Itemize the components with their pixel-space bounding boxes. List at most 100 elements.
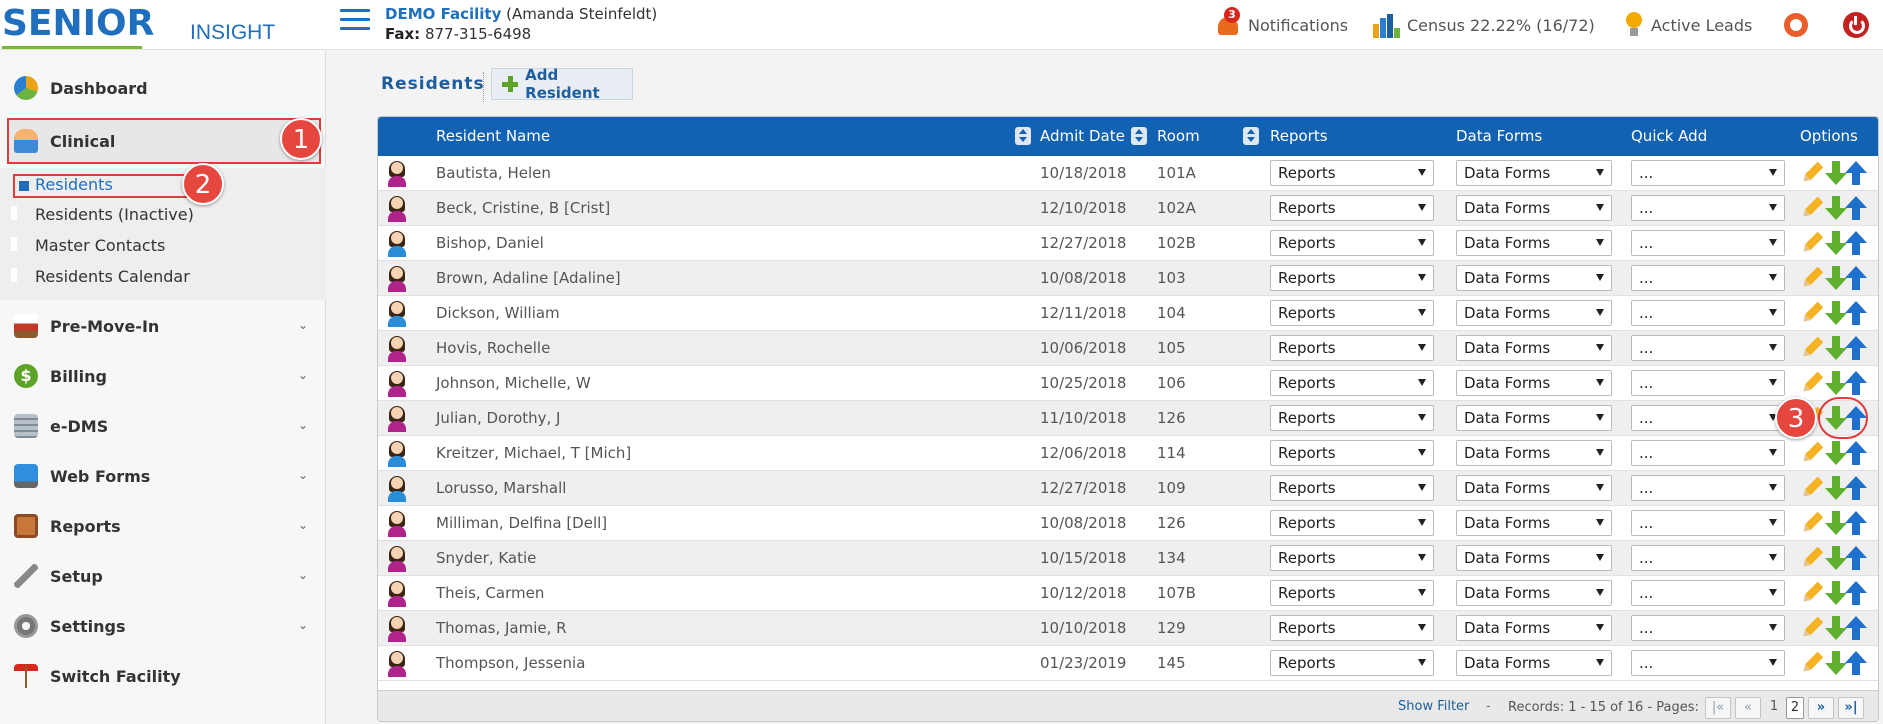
- quick-add-dropdown[interactable]: ...: [1631, 300, 1785, 326]
- reports-dropdown[interactable]: Reports: [1270, 440, 1434, 466]
- sort-icon[interactable]: [1015, 127, 1031, 145]
- resident-name[interactable]: Thompson, Jessenia: [436, 654, 585, 672]
- data-forms-dropdown[interactable]: Data Forms: [1456, 580, 1612, 606]
- submenu-residents-calendar[interactable]: Residents Calendar: [35, 266, 190, 288]
- reports-dropdown[interactable]: Reports: [1270, 405, 1434, 431]
- sidebar-item-edms[interactable]: e-DMS ⌄: [0, 404, 326, 448]
- upload-arrow-icon[interactable]: [1844, 511, 1868, 535]
- table-row[interactable]: Thomas, Jamie, R 10/10/2018 129 Reports Data…: [378, 611, 1878, 646]
- next-page-button[interactable]: »: [1808, 697, 1834, 719]
- upload-arrow-icon[interactable]: [1844, 301, 1868, 325]
- upload-arrow-icon[interactable]: [1844, 231, 1868, 255]
- upload-arrow-icon[interactable]: [1844, 441, 1868, 465]
- reports-dropdown[interactable]: Reports: [1270, 510, 1434, 536]
- active-leads-button[interactable]: Active Leads: [1625, 10, 1752, 40]
- sidebar-item-clinical[interactable]: Clinical: [0, 119, 326, 163]
- notifications-button[interactable]: 3 Notifications: [1216, 7, 1348, 40]
- resident-name[interactable]: Snyder, Katie: [436, 549, 536, 567]
- upload-arrow-icon[interactable]: [1844, 196, 1868, 220]
- data-forms-dropdown[interactable]: Data Forms: [1456, 615, 1612, 641]
- resident-name[interactable]: Lorusso, Marshall: [436, 479, 566, 497]
- data-forms-dropdown[interactable]: Data Forms: [1456, 265, 1612, 291]
- resident-name[interactable]: Milliman, Delfina [Dell]: [436, 514, 607, 532]
- census-button[interactable]: Census 22.22% (16/72): [1373, 10, 1595, 40]
- quick-add-dropdown[interactable]: ...: [1631, 335, 1785, 361]
- reports-dropdown[interactable]: Reports: [1270, 335, 1434, 361]
- resident-name[interactable]: Johnson, Michelle, W: [436, 374, 591, 392]
- upload-arrow-icon[interactable]: [1844, 546, 1868, 570]
- quick-add-dropdown[interactable]: ...: [1631, 195, 1785, 221]
- data-forms-dropdown[interactable]: Data Forms: [1456, 405, 1612, 431]
- resident-name[interactable]: Thomas, Jamie, R: [436, 619, 567, 637]
- quick-add-dropdown[interactable]: ...: [1631, 650, 1785, 676]
- quick-add-dropdown[interactable]: ...: [1631, 160, 1785, 186]
- logout-button[interactable]: [1843, 10, 1869, 40]
- reports-dropdown[interactable]: Reports: [1270, 475, 1434, 501]
- quick-add-dropdown[interactable]: ...: [1631, 440, 1785, 466]
- upload-arrow-icon[interactable]: [1844, 161, 1868, 185]
- table-row[interactable]: Milliman, Delfina [Dell] 10/08/2018 126 Rep…: [378, 506, 1878, 541]
- quick-add-dropdown[interactable]: ...: [1631, 545, 1785, 571]
- resident-name[interactable]: Dickson, William: [436, 304, 560, 322]
- sidebar-item-billing[interactable]: $ Billing ⌄: [0, 354, 326, 398]
- data-forms-dropdown[interactable]: Data Forms: [1456, 370, 1612, 396]
- table-row[interactable]: Bishop, Daniel 12/27/2018 102B Reports Data …: [378, 226, 1878, 261]
- resident-name[interactable]: Beck, Cristine, B [Crist]: [436, 199, 610, 217]
- sidebar-item-web-forms[interactable]: Web Forms ⌄: [0, 454, 326, 498]
- upload-arrow-icon[interactable]: [1844, 616, 1868, 640]
- col-header-room[interactable]: Room: [1157, 127, 1200, 145]
- table-row[interactable]: Beck, Cristine, B [Crist] 12/10/2018 102A R…: [378, 191, 1878, 226]
- quick-add-dropdown[interactable]: ...: [1631, 265, 1785, 291]
- sort-icon[interactable]: [1131, 127, 1147, 145]
- reports-dropdown[interactable]: Reports: [1270, 615, 1434, 641]
- table-row[interactable]: Hovis, Rochelle 10/06/2018 105 Reports Data …: [378, 331, 1878, 366]
- table-row[interactable]: Theis, Carmen 10/12/2018 107B Reports Data F…: [378, 576, 1878, 611]
- table-row[interactable]: Thompson, Jessenia 01/23/2019 145 Reports Da…: [378, 646, 1878, 681]
- senior-insight-logo[interactable]: SENIOR INSIGHT: [2, 2, 322, 49]
- quick-add-dropdown[interactable]: ...: [1631, 615, 1785, 641]
- resident-name[interactable]: Bishop, Daniel: [436, 234, 544, 252]
- quick-add-dropdown[interactable]: ...: [1631, 580, 1785, 606]
- sidebar-item-pre-move-in[interactable]: Pre-Move-In ⌄: [0, 304, 326, 348]
- data-forms-dropdown[interactable]: Data Forms: [1456, 300, 1612, 326]
- resident-name[interactable]: Kreitzer, Michael, T [Mich]: [436, 444, 631, 462]
- table-row[interactable]: Bautista, Helen 10/18/2018 101A Reports Data…: [378, 156, 1878, 191]
- col-header-name[interactable]: Resident Name: [436, 127, 550, 145]
- last-page-button[interactable]: »|: [1838, 697, 1864, 719]
- table-row[interactable]: Dickson, William 12/11/2018 104 Reports Data…: [378, 296, 1878, 331]
- upload-arrow-icon[interactable]: [1844, 371, 1868, 395]
- resident-name[interactable]: Julian, Dorothy, J: [436, 409, 560, 427]
- data-forms-dropdown[interactable]: Data Forms: [1456, 160, 1612, 186]
- reports-dropdown[interactable]: Reports: [1270, 230, 1434, 256]
- reports-dropdown[interactable]: Reports: [1270, 580, 1434, 606]
- reports-dropdown[interactable]: Reports: [1270, 545, 1434, 571]
- table-row[interactable]: Johnson, Michelle, W 10/25/2018 106 Reports…: [378, 366, 1878, 401]
- reports-dropdown[interactable]: Reports: [1270, 650, 1434, 676]
- page-1-button[interactable]: 1: [1765, 697, 1783, 719]
- data-forms-dropdown[interactable]: Data Forms: [1456, 650, 1612, 676]
- data-forms-dropdown[interactable]: Data Forms: [1456, 510, 1612, 536]
- quick-add-dropdown[interactable]: ...: [1631, 230, 1785, 256]
- table-row[interactable]: Snyder, Katie 10/15/2018 134 Reports Data Fo…: [378, 541, 1878, 576]
- help-button[interactable]: [1784, 10, 1808, 40]
- prev-page-button[interactable]: «: [1735, 697, 1761, 719]
- page-2-button[interactable]: 2: [1786, 697, 1804, 719]
- data-forms-dropdown[interactable]: Data Forms: [1456, 545, 1612, 571]
- col-header-admit-date[interactable]: Admit Date: [1040, 127, 1125, 145]
- submenu-residents-inactive[interactable]: Residents (Inactive): [35, 204, 194, 226]
- resident-name[interactable]: Theis, Carmen: [436, 584, 544, 602]
- sidebar-item-reports[interactable]: Reports ⌄: [0, 504, 326, 548]
- data-forms-dropdown[interactable]: Data Forms: [1456, 230, 1612, 256]
- table-row[interactable]: Brown, Adaline [Adaline] 10/08/2018 103 Rep…: [378, 261, 1878, 296]
- reports-dropdown[interactable]: Reports: [1270, 370, 1434, 396]
- data-forms-dropdown[interactable]: Data Forms: [1456, 475, 1612, 501]
- upload-arrow-icon[interactable]: [1844, 266, 1868, 290]
- menu-toggle-icon[interactable]: [340, 9, 370, 33]
- upload-arrow-icon[interactable]: [1844, 336, 1868, 360]
- data-forms-dropdown[interactable]: Data Forms: [1456, 335, 1612, 361]
- add-resident-button[interactable]: Add Resident: [491, 66, 633, 102]
- facility-name[interactable]: DEMO Facility: [385, 5, 501, 23]
- data-forms-dropdown[interactable]: Data Forms: [1456, 195, 1612, 221]
- upload-arrow-icon[interactable]: [1844, 651, 1868, 675]
- upload-arrow-icon[interactable]: [1844, 476, 1868, 500]
